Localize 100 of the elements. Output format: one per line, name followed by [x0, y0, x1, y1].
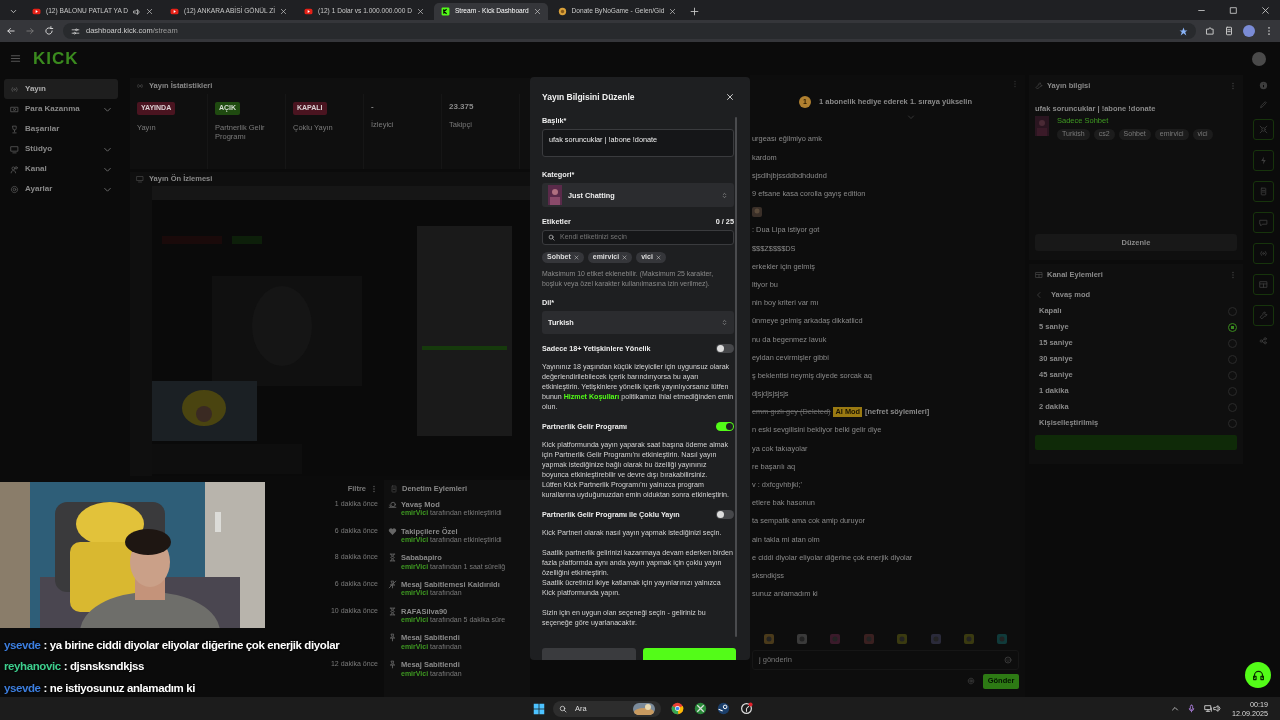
site-info-icon[interactable]	[71, 26, 80, 36]
pin-icon	[388, 633, 397, 643]
scrollbar[interactable]	[735, 117, 737, 637]
app-icon[interactable]	[694, 702, 707, 715]
target-button[interactable]	[1253, 119, 1274, 140]
document-button[interactable]	[1253, 181, 1274, 202]
browser-icon[interactable]	[671, 702, 684, 715]
sidebar-item[interactable]: Para Kazanma	[4, 99, 118, 119]
chat-username: reyhanovic	[4, 659, 61, 674]
app-icon[interactable]	[740, 702, 753, 715]
menu-icon[interactable]	[10, 53, 21, 64]
site-icon	[32, 7, 41, 16]
site-icon	[557, 7, 567, 16]
more-icon[interactable]	[1229, 82, 1237, 90]
broadcast-icon	[1259, 249, 1268, 258]
sidebar-item[interactable]: Stüdyo	[4, 139, 118, 159]
reload-icon[interactable]	[44, 26, 54, 36]
broadcast-icon	[10, 84, 19, 94]
monitor-icon	[136, 175, 144, 183]
close-icon[interactable]	[1261, 6, 1270, 15]
sidebar-icon[interactable]	[1224, 26, 1234, 36]
lightning-button[interactable]	[1253, 150, 1274, 171]
new-tab-icon[interactable]	[690, 7, 700, 16]
close-icon[interactable]	[280, 8, 288, 15]
sidebar-item[interactable]: Ayarlar	[4, 179, 118, 199]
layout-icon	[1259, 280, 1268, 289]
close-icon[interactable]	[416, 8, 424, 15]
dialog-title: Yayın Bilgisini Düzenle	[542, 91, 635, 103]
broadcast-button[interactable]	[1253, 243, 1274, 264]
toggle-switch[interactable]	[716, 344, 734, 354]
chat-message: : ya birine ciddi diyolar eliyolar diğerine çok enerjik diyolar	[43, 637, 340, 652]
close-icon[interactable]	[146, 8, 154, 15]
extensions-icon[interactable]	[1205, 26, 1215, 36]
layout-button[interactable]	[1253, 274, 1274, 295]
select-arrows-icon	[721, 191, 728, 199]
logo[interactable]: KICK	[33, 47, 79, 70]
emote-icon[interactable]	[763, 634, 774, 644]
more-icon[interactable]	[370, 485, 378, 493]
stat-value: 23.375	[449, 102, 475, 112]
forward-icon[interactable]	[25, 26, 35, 36]
banknote-icon	[10, 104, 19, 114]
share-icon[interactable]	[1259, 336, 1268, 345]
layout-icon	[1035, 271, 1043, 279]
start-icon[interactable]	[533, 702, 545, 715]
speaker-icon[interactable]	[133, 7, 142, 16]
chat-icon	[1259, 218, 1268, 227]
emote-icon[interactable]	[897, 634, 908, 644]
target-icon	[1259, 125, 1268, 134]
chat-button[interactable]	[1253, 212, 1274, 233]
toggle-switch[interactable]	[716, 510, 734, 520]
tab-search-icon[interactable]	[8, 7, 18, 16]
radio-button[interactable]	[1228, 322, 1237, 332]
microphone-icon[interactable]	[1187, 704, 1196, 713]
chevron-up-icon[interactable]	[1171, 704, 1179, 713]
gear-icon	[10, 184, 19, 194]
select-arrows-icon	[721, 319, 728, 327]
maximize-icon[interactable]	[1229, 6, 1238, 15]
heart-icon	[388, 526, 397, 536]
remove-icon[interactable]	[573, 255, 579, 261]
lightning-icon	[1259, 156, 1268, 165]
emote-icon[interactable]	[963, 634, 974, 644]
hourglass-icon	[388, 553, 397, 563]
info-icon[interactable]	[1259, 81, 1268, 90]
avatar[interactable]	[1252, 51, 1266, 66]
profile-avatar[interactable]	[1243, 25, 1255, 37]
chat-message: : ne istiyosunuz anlamadım ki	[43, 680, 195, 695]
app-icon[interactable]	[717, 702, 730, 715]
snail-icon	[388, 500, 397, 509]
close-icon[interactable]	[669, 8, 677, 15]
trophy-icon	[10, 124, 19, 134]
close-icon[interactable]	[533, 8, 541, 15]
emoji-icon[interactable]	[1004, 656, 1012, 664]
list-icon	[390, 485, 398, 493]
site-icon	[304, 7, 314, 16]
site-icon	[170, 7, 180, 16]
sidebar-item[interactable]: Başarılar	[4, 119, 118, 139]
emote-icon[interactable]	[797, 634, 808, 644]
pencil-icon[interactable]	[1259, 100, 1268, 109]
emote-icon[interactable]	[997, 634, 1008, 644]
speaker-icon[interactable]	[1213, 704, 1222, 713]
sidebar-item[interactable]: Yayın	[4, 79, 118, 99]
back-icon[interactable]	[6, 26, 16, 36]
emote-icon[interactable]	[930, 634, 941, 644]
document-icon	[1259, 187, 1268, 196]
emote-icon	[752, 206, 762, 217]
site-icon	[440, 7, 450, 16]
chat-username: ysevde	[4, 680, 41, 695]
sidebar-item[interactable]: Kanal	[4, 159, 118, 179]
support-button[interactable]	[1245, 662, 1271, 688]
settings-icon[interactable]	[967, 677, 975, 685]
remove-icon[interactable]	[655, 255, 661, 261]
search-icon	[559, 704, 567, 713]
remove-icon[interactable]	[622, 255, 628, 261]
stat-value: -	[371, 102, 375, 112]
wrench-button[interactable]	[1253, 305, 1274, 326]
more-icon[interactable]	[1229, 271, 1237, 279]
toggle-switch[interactable]	[716, 422, 734, 432]
pin-off-icon	[388, 580, 397, 590]
network-icon[interactable]	[1204, 704, 1213, 713]
bookmark-star-icon[interactable]	[1179, 26, 1188, 36]
